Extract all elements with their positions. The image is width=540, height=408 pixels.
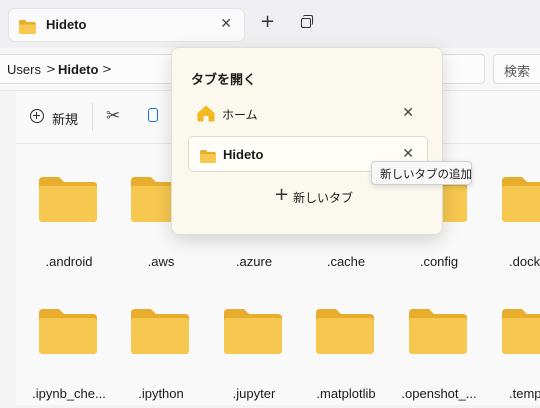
plus-circle-icon [30, 109, 44, 123]
folder-item[interactable]: .templa [492, 308, 540, 408]
open-tabs-flyout: タブを開く ホーム ✕ Hideto ✕ + 新しいタブ [171, 47, 443, 235]
folder-icon [502, 176, 540, 226]
scissors-icon[interactable]: ✂ [106, 107, 120, 125]
folder-name: .ipynb_che... [32, 386, 106, 401]
breadcrumb-users[interactable]: Users [7, 62, 41, 77]
copy-icon[interactable] [148, 108, 158, 122]
breadcrumb-hideto[interactable]: Hideto [58, 62, 98, 77]
folder-name: .azure [235, 254, 273, 269]
folder-name: .templa [509, 386, 540, 401]
folder-item[interactable]: .matplotlib [306, 308, 386, 408]
folder-icon [131, 308, 189, 358]
folder-name: .dock [509, 254, 540, 269]
breadcrumb-separator[interactable]: > [102, 62, 112, 76]
tab-close-button[interactable]: ✕ [220, 16, 232, 32]
flyout-item-home[interactable]: ホーム ✕ [188, 96, 428, 132]
toolbar-divider [92, 103, 93, 131]
folder-item[interactable]: .ipynb_che... [29, 308, 109, 408]
new-button-label: 新規 [52, 113, 79, 128]
folder-icon [409, 308, 467, 358]
folder-name: .android [45, 254, 93, 269]
folder-item[interactable]: .ipython [121, 308, 201, 408]
folder-icon [200, 148, 216, 167]
folder-icon [39, 176, 97, 226]
folder-icon [502, 308, 540, 358]
search-placeholder: 検索 [504, 65, 531, 80]
navigation-pane [0, 91, 17, 405]
plus-icon: + [274, 184, 290, 205]
tab-bar: Hideto ✕ + [0, 0, 540, 48]
home-icon [197, 105, 215, 126]
folder-item[interactable]: .jupyter [214, 308, 294, 408]
new-tab-button[interactable]: + [260, 13, 275, 31]
folder-name: .jupyter [232, 386, 276, 401]
folder-icon [316, 308, 374, 358]
tab-title: Hideto [46, 17, 87, 32]
duplicate-tab-icon[interactable] [301, 15, 313, 28]
folder-name: .matplotlib [316, 386, 376, 401]
search-input[interactable]: 検索 [493, 54, 540, 84]
flyout-title: タブを開く [191, 73, 257, 88]
folder-name: .aws [147, 254, 175, 269]
flyout-new-tab-label: 新しいタブ [293, 191, 354, 205]
folder-icon [39, 308, 97, 358]
folder-item[interactable]: .android [29, 176, 109, 276]
tooltip: 新しいタブの追加 [371, 161, 472, 185]
tooltip-text: 新しいタブの追加 [380, 167, 472, 181]
close-icon[interactable]: ✕ [402, 105, 414, 121]
folder-name: .openshot_... [401, 386, 477, 401]
flyout-item-label: Hideto [223, 147, 264, 162]
folder-icon [224, 308, 282, 358]
folder-item[interactable]: .dock [492, 176, 540, 276]
folder-item[interactable]: .openshot_... [399, 308, 479, 408]
tab-hideto[interactable]: Hideto ✕ [8, 8, 245, 42]
folder-name: .config [419, 254, 459, 269]
breadcrumb-separator[interactable]: > [46, 62, 56, 76]
close-icon[interactable]: ✕ [402, 146, 414, 162]
flyout-item-label: ホーム [222, 108, 258, 122]
folder-icon [19, 19, 36, 38]
folder-name: .cache [326, 254, 366, 269]
folder-name: .ipython [138, 386, 184, 401]
